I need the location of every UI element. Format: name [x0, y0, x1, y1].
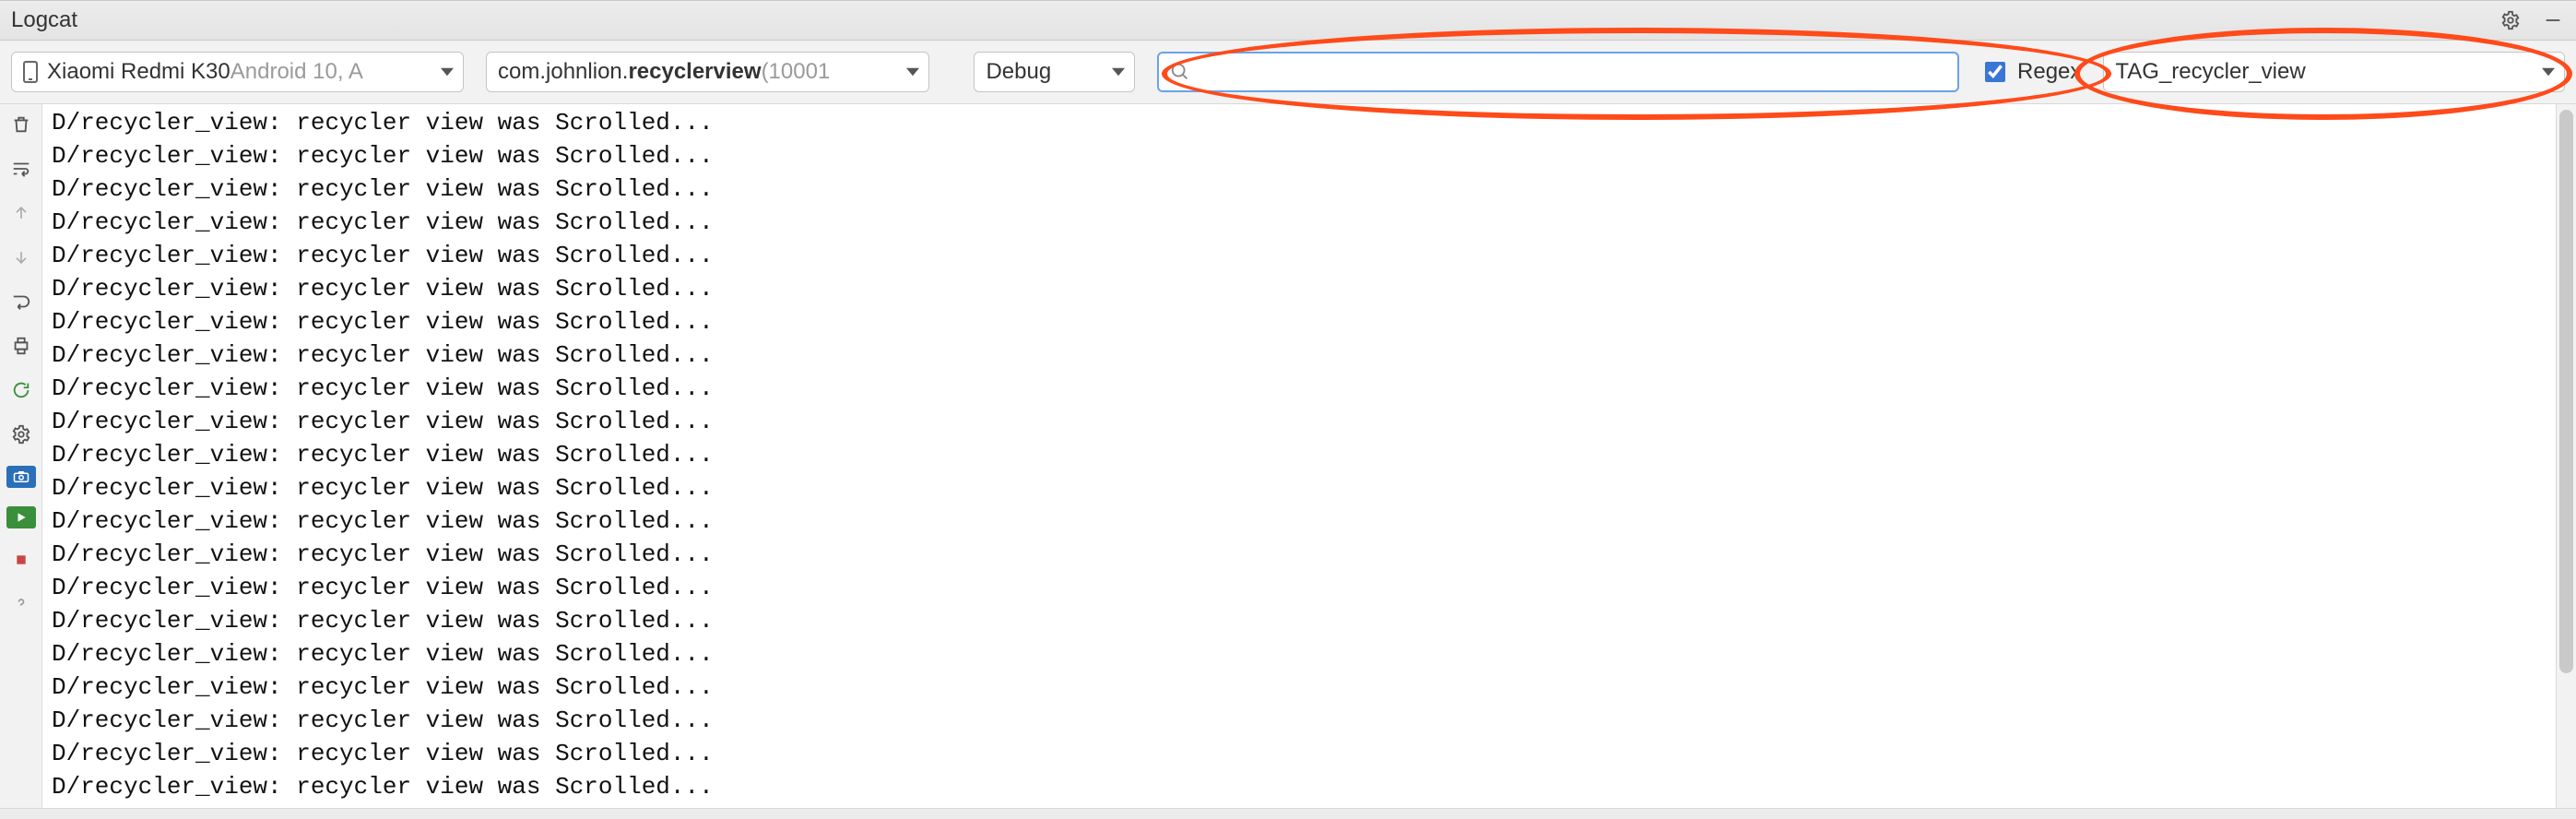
log-line: D/recycler_view: recycler view was Scrol… — [52, 438, 2556, 471]
gear-icon[interactable] — [8, 421, 34, 447]
log-line: D/recycler_view: recycler view was Scrol… — [52, 538, 2556, 571]
footer-strip — [0, 808, 2576, 819]
process-pkg-prefix: com.johnlion. — [498, 59, 628, 85]
log-line: D/recycler_view: recycler view was Scrol… — [52, 671, 2556, 704]
chevron-down-icon — [2542, 65, 2555, 78]
filter-value: TAG_recycler_view — [2115, 59, 2305, 85]
logcat-titlebar: Logcat — [0, 0, 2576, 41]
log-level-select[interactable]: Debug — [974, 52, 1135, 92]
search-input[interactable] — [1157, 52, 1959, 92]
log-line: D/recycler_view: recycler view was Scrol… — [52, 139, 2556, 172]
log-line: D/recycler_view: recycler view was Scrol… — [52, 704, 2556, 737]
log-line: D/recycler_view: recycler view was Scrol… — [52, 471, 2556, 504]
device-select[interactable]: Xiaomi Redmi K30 Android 10, A — [11, 52, 464, 92]
stop-icon[interactable] — [8, 547, 34, 573]
help-icon[interactable] — [8, 591, 34, 617]
log-line: D/recycler_view: recycler view was Scrol… — [52, 172, 2556, 206]
log-line: D/recycler_view: recycler view was Scrol… — [52, 206, 2556, 239]
arrow-up-icon[interactable] — [8, 200, 34, 226]
panel-title: Logcat — [11, 7, 77, 33]
device-name: Xiaomi Redmi K30 — [47, 59, 230, 85]
search-icon — [1170, 62, 1190, 82]
process-pkg-name: recyclerview — [628, 59, 761, 85]
scroll-thumb[interactable] — [2559, 110, 2573, 672]
log-level-value: Debug — [986, 59, 1051, 85]
gear-icon[interactable] — [2499, 8, 2523, 32]
log-line: D/recycler_view: recycler view was Scrol… — [52, 305, 2556, 338]
tool-gutter — [0, 104, 42, 808]
screenshot-icon[interactable] — [6, 466, 36, 488]
log-line: D/recycler_view: recycler view was Scrol… — [52, 239, 2556, 272]
chevron-down-icon — [1112, 65, 1125, 78]
soft-wrap-icon[interactable] — [8, 156, 34, 182]
print-icon[interactable] — [8, 333, 34, 359]
restart-icon[interactable] — [8, 289, 34, 315]
minimize-icon[interactable] — [2541, 8, 2565, 32]
log-line: D/recycler_view: recycler view was Scrol… — [52, 338, 2556, 372]
log-output[interactable]: D/recycler_view: recycler view was Scrol… — [42, 104, 2556, 808]
chevron-down-icon — [906, 65, 919, 78]
regex-toggle[interactable]: Regex — [1981, 59, 2081, 85]
log-line: D/recycler_view: recycler view was Scrol… — [52, 637, 2556, 671]
process-select[interactable]: com.johnlion.recyclerview (10001 — [486, 52, 929, 92]
log-line: D/recycler_view: recycler view was Scrol… — [52, 405, 2556, 438]
chevron-down-icon — [441, 65, 454, 78]
log-line: D/recycler_view: recycler view was Scrol… — [52, 604, 2556, 637]
device-icon — [23, 61, 38, 83]
log-line: D/recycler_view: recycler view was Scrol… — [52, 106, 2556, 139]
logcat-toolbar: Xiaomi Redmi K30 Android 10, A com.johnl… — [0, 41, 2576, 105]
device-os: Android 10, A — [230, 59, 363, 85]
scrollbar[interactable] — [2556, 104, 2576, 808]
log-line: D/recycler_view: recycler view was Scrol… — [52, 272, 2556, 305]
log-line: D/recycler_view: recycler view was Scrol… — [52, 372, 2556, 405]
screen-record-icon[interactable] — [6, 506, 36, 528]
rerun-icon[interactable] — [8, 377, 34, 403]
search-field-wrap — [1157, 52, 1959, 92]
log-line: D/recycler_view: recycler view was Scrol… — [52, 737, 2556, 770]
log-line: D/recycler_view: recycler view was Scrol… — [52, 504, 2556, 538]
process-pid: (10001 — [762, 59, 831, 85]
regex-label: Regex — [2017, 59, 2081, 85]
trash-icon[interactable] — [8, 112, 34, 137]
log-line: D/recycler_view: recycler view was Scrol… — [52, 770, 2556, 803]
filter-select[interactable]: TAG_recycler_view — [2103, 52, 2565, 92]
regex-checkbox[interactable] — [1985, 62, 2005, 82]
arrow-down-icon[interactable] — [8, 244, 34, 270]
log-line: D/recycler_view: recycler view was Scrol… — [52, 571, 2556, 604]
